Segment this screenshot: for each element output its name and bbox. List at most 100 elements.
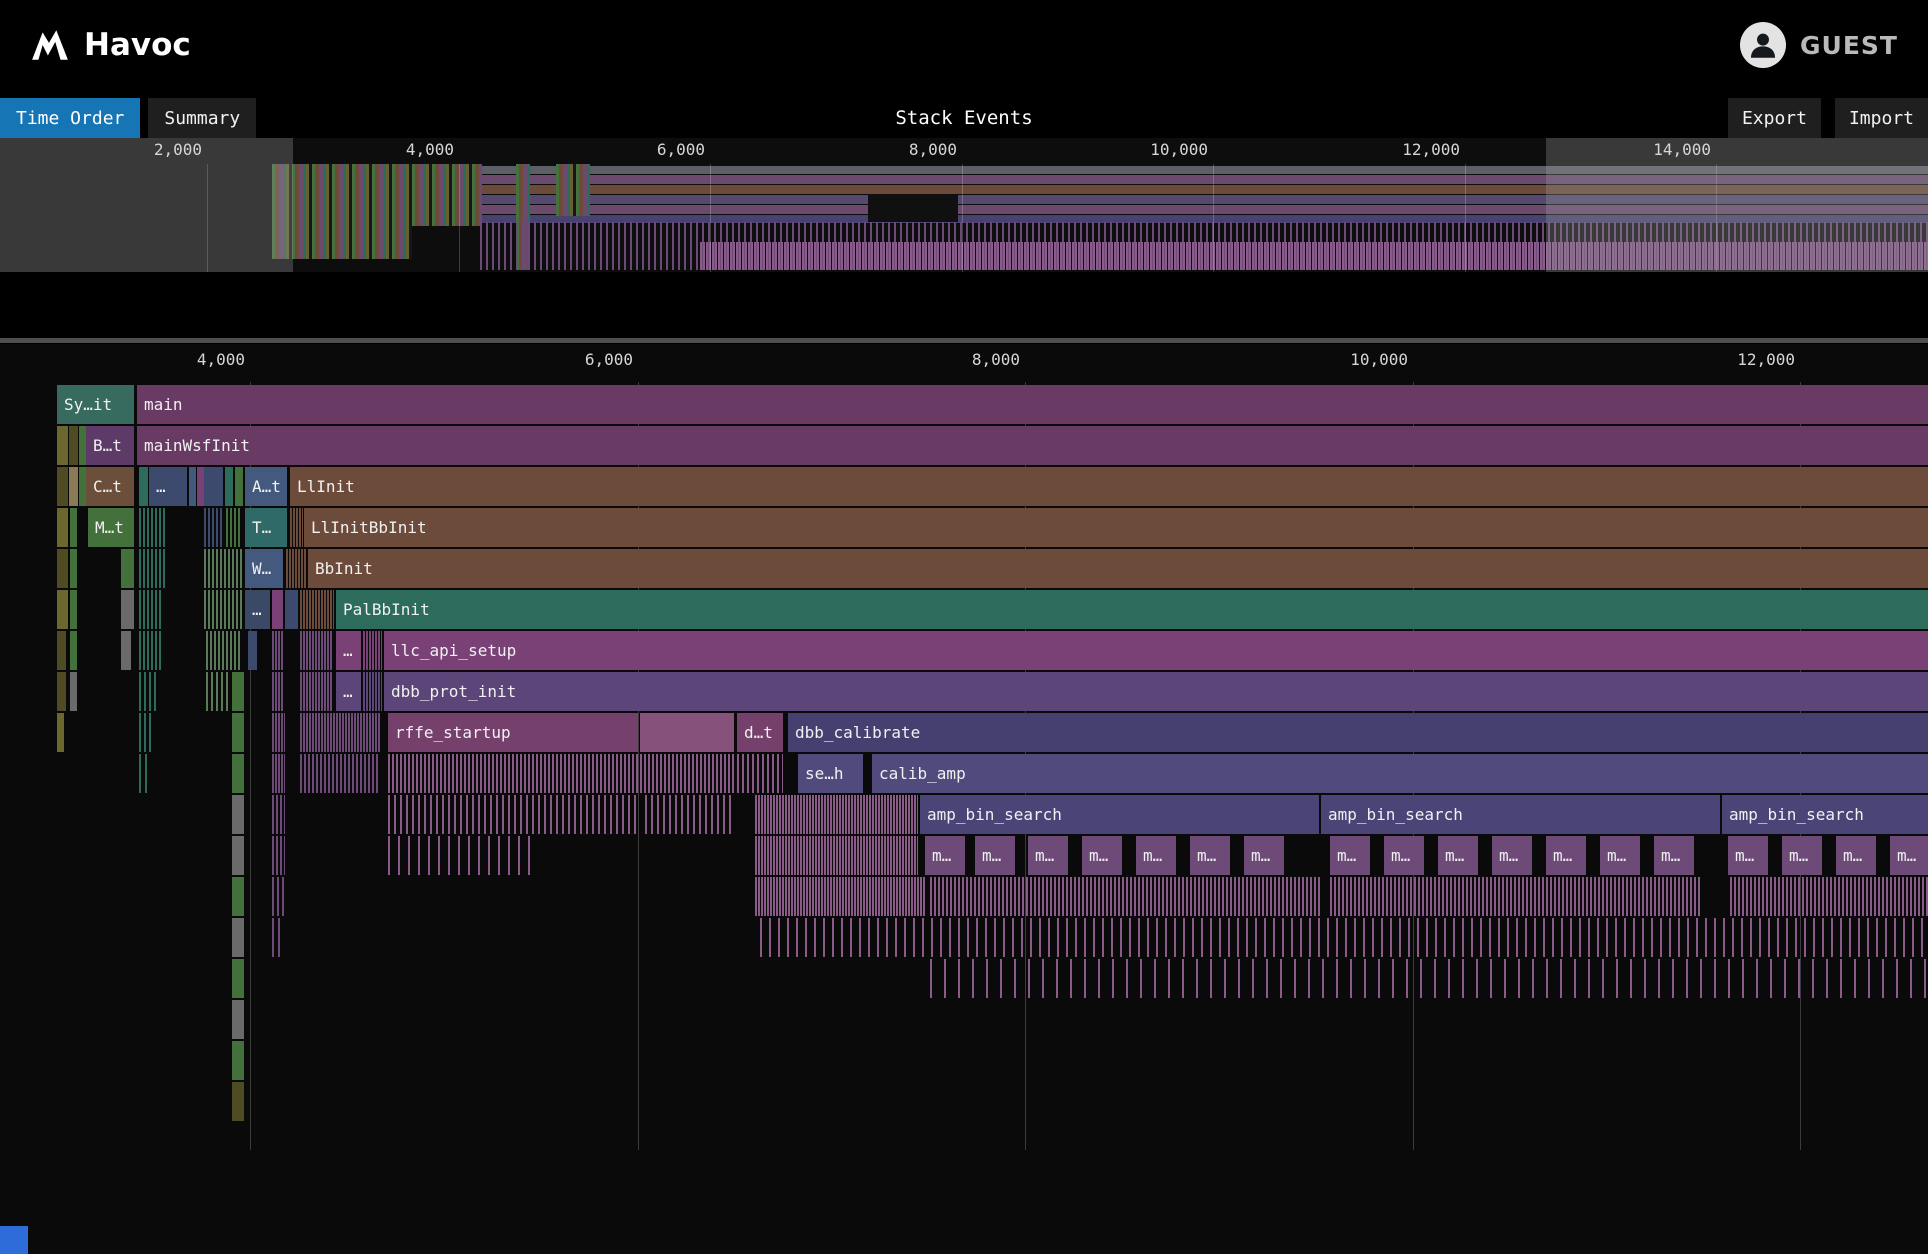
flame-frame-cluster[interactable] [363,672,382,711]
flame-frame-cluster[interactable] [69,467,78,506]
flame-frame-cluster[interactable] [79,426,86,465]
user-avatar-icon[interactable] [1740,22,1786,68]
flame-frame[interactable]: … [336,631,361,670]
flame-frame[interactable]: m… [1244,836,1284,875]
flame-frame-cluster[interactable] [70,508,77,547]
flame-frame[interactable]: C…t [86,467,134,506]
flame-frame-cluster[interactable] [232,672,244,711]
flame-frame[interactable]: PalBbInit [336,590,1928,629]
flame-frame[interactable]: m… [1190,836,1230,875]
import-button[interactable]: Import [1835,98,1928,138]
flame-frame[interactable]: amp_bin_search [1321,795,1720,834]
flame-frame-cluster[interactable] [57,508,68,547]
flame-frame-cluster[interactable] [204,508,223,547]
flame-frame-cluster[interactable] [57,467,68,506]
flame-frame[interactable]: m… [925,836,965,875]
flame-frame[interactable]: dbb_prot_init [384,672,1928,711]
flame-frame-cluster[interactable] [300,672,333,711]
flame-frame-cluster[interactable] [300,590,334,629]
flame-frame-cluster[interactable] [232,1000,244,1039]
flame-frame-cluster[interactable] [286,549,306,588]
flame-frame[interactable]: B…t [86,426,134,465]
flame-frame-cluster[interactable] [139,590,163,629]
flame-frame-cluster[interactable] [189,467,196,506]
flame-frame[interactable]: BbInit [308,549,1928,588]
flame-frame-cluster[interactable] [300,631,333,670]
flame-frame-cluster[interactable] [232,918,244,957]
flame-frame[interactable]: d…t [737,713,783,752]
flame-frame[interactable]: m… [1546,836,1586,875]
flame-frame-cluster[interactable] [70,590,77,629]
flame-frame-cluster[interactable] [57,549,68,588]
flame-frame-cluster[interactable] [755,795,918,834]
pane-resize-handle[interactable] [0,338,1928,343]
flame-frame-cluster[interactable] [640,713,734,752]
flame-frame-cluster[interactable] [139,672,157,711]
flame-frame[interactable]: amp_bin_search [1722,795,1928,834]
flame-frame-cluster[interactable] [1730,877,1928,916]
flame-frame-cluster[interactable] [139,508,165,547]
flame-frame-cluster[interactable] [232,1082,244,1121]
export-button[interactable]: Export [1728,98,1821,138]
flame-frame-cluster[interactable] [79,467,86,506]
flame-frame-cluster[interactable] [272,590,283,629]
flame-frame-cluster[interactable] [232,795,244,834]
user-menu[interactable]: GUEST [1740,22,1898,68]
flame-frame[interactable]: m… [1082,836,1122,875]
flame-frame-cluster[interactable] [232,959,244,998]
flame-frame[interactable]: … [149,467,187,506]
flame-frame-cluster[interactable] [232,713,244,752]
flame-frame[interactable]: LlInit [290,467,1928,506]
flame-graph[interactable]: Sy…itmainB…tmainWsfInitC…t…A…tLlInitM…tT… [0,344,1928,1254]
flame-frame-cluster[interactable] [737,754,783,793]
flame-frame-cluster[interactable] [57,590,68,629]
flame-frame-cluster[interactable] [300,713,380,752]
flame-frame-cluster[interactable] [248,631,257,670]
flame-frame-cluster[interactable] [139,754,149,793]
flame-frame[interactable]: calib_amp [872,754,1928,793]
flame-frame[interactable]: dbb_calibrate [788,713,1928,752]
flame-frame-cluster[interactable] [225,467,233,506]
flame-frame-cluster[interactable] [272,877,285,916]
flame-frame-cluster[interactable] [121,549,134,588]
flame-frame-cluster[interactable] [235,467,243,506]
flame-frame-cluster[interactable] [70,672,77,711]
flame-frame-cluster[interactable] [206,672,230,711]
flame-frame[interactable]: m… [1028,836,1068,875]
flame-frame[interactable]: m… [1384,836,1424,875]
flame-frame[interactable]: W… [245,549,283,588]
flame-frame-cluster[interactable] [272,631,283,670]
flame-frame-cluster[interactable] [69,426,78,465]
flame-frame-cluster[interactable] [204,590,244,629]
flame-frame-cluster[interactable] [388,754,735,793]
flame-frame-cluster[interactable] [197,467,204,506]
flame-frame[interactable]: m… [1492,836,1532,875]
flame-frame[interactable]: m… [1728,836,1768,875]
flame-frame-cluster[interactable] [1330,877,1700,916]
flame-frame[interactable]: llc_api_setup [384,631,1928,670]
flame-frame[interactable]: m… [1136,836,1176,875]
flame-frame-cluster[interactable] [388,836,538,875]
flame-frame-cluster[interactable] [300,754,380,793]
flame-frame-cluster[interactable] [121,590,134,629]
flame-frame[interactable]: m… [1600,836,1640,875]
flame-frame-cluster[interactable] [760,918,1928,957]
flame-frame-cluster[interactable] [226,508,242,547]
flame-frame-cluster[interactable] [57,672,66,711]
flame-frame[interactable]: M…t [88,508,134,547]
flame-frame-cluster[interactable] [70,631,77,670]
flame-frame[interactable]: m… [975,836,1015,875]
flame-frame[interactable]: m… [1890,836,1928,875]
flame-frame-cluster[interactable] [388,795,638,834]
timeline-minimap[interactable]: 2,0004,0006,0008,00010,00012,00014,000 [0,138,1928,272]
flame-frame-cluster[interactable] [70,549,77,588]
flame-frame-cluster[interactable] [930,877,1320,916]
flame-frame-cluster[interactable] [272,713,285,752]
flame-frame-cluster[interactable] [272,672,283,711]
tab-time-order[interactable]: Time Order [0,98,140,138]
flame-frame-cluster[interactable] [755,836,918,875]
flame-frame-cluster[interactable] [57,426,68,465]
flame-frame[interactable]: … [336,672,361,711]
flame-frame[interactable]: se…h [798,754,863,793]
flame-frame-cluster[interactable] [139,631,161,670]
